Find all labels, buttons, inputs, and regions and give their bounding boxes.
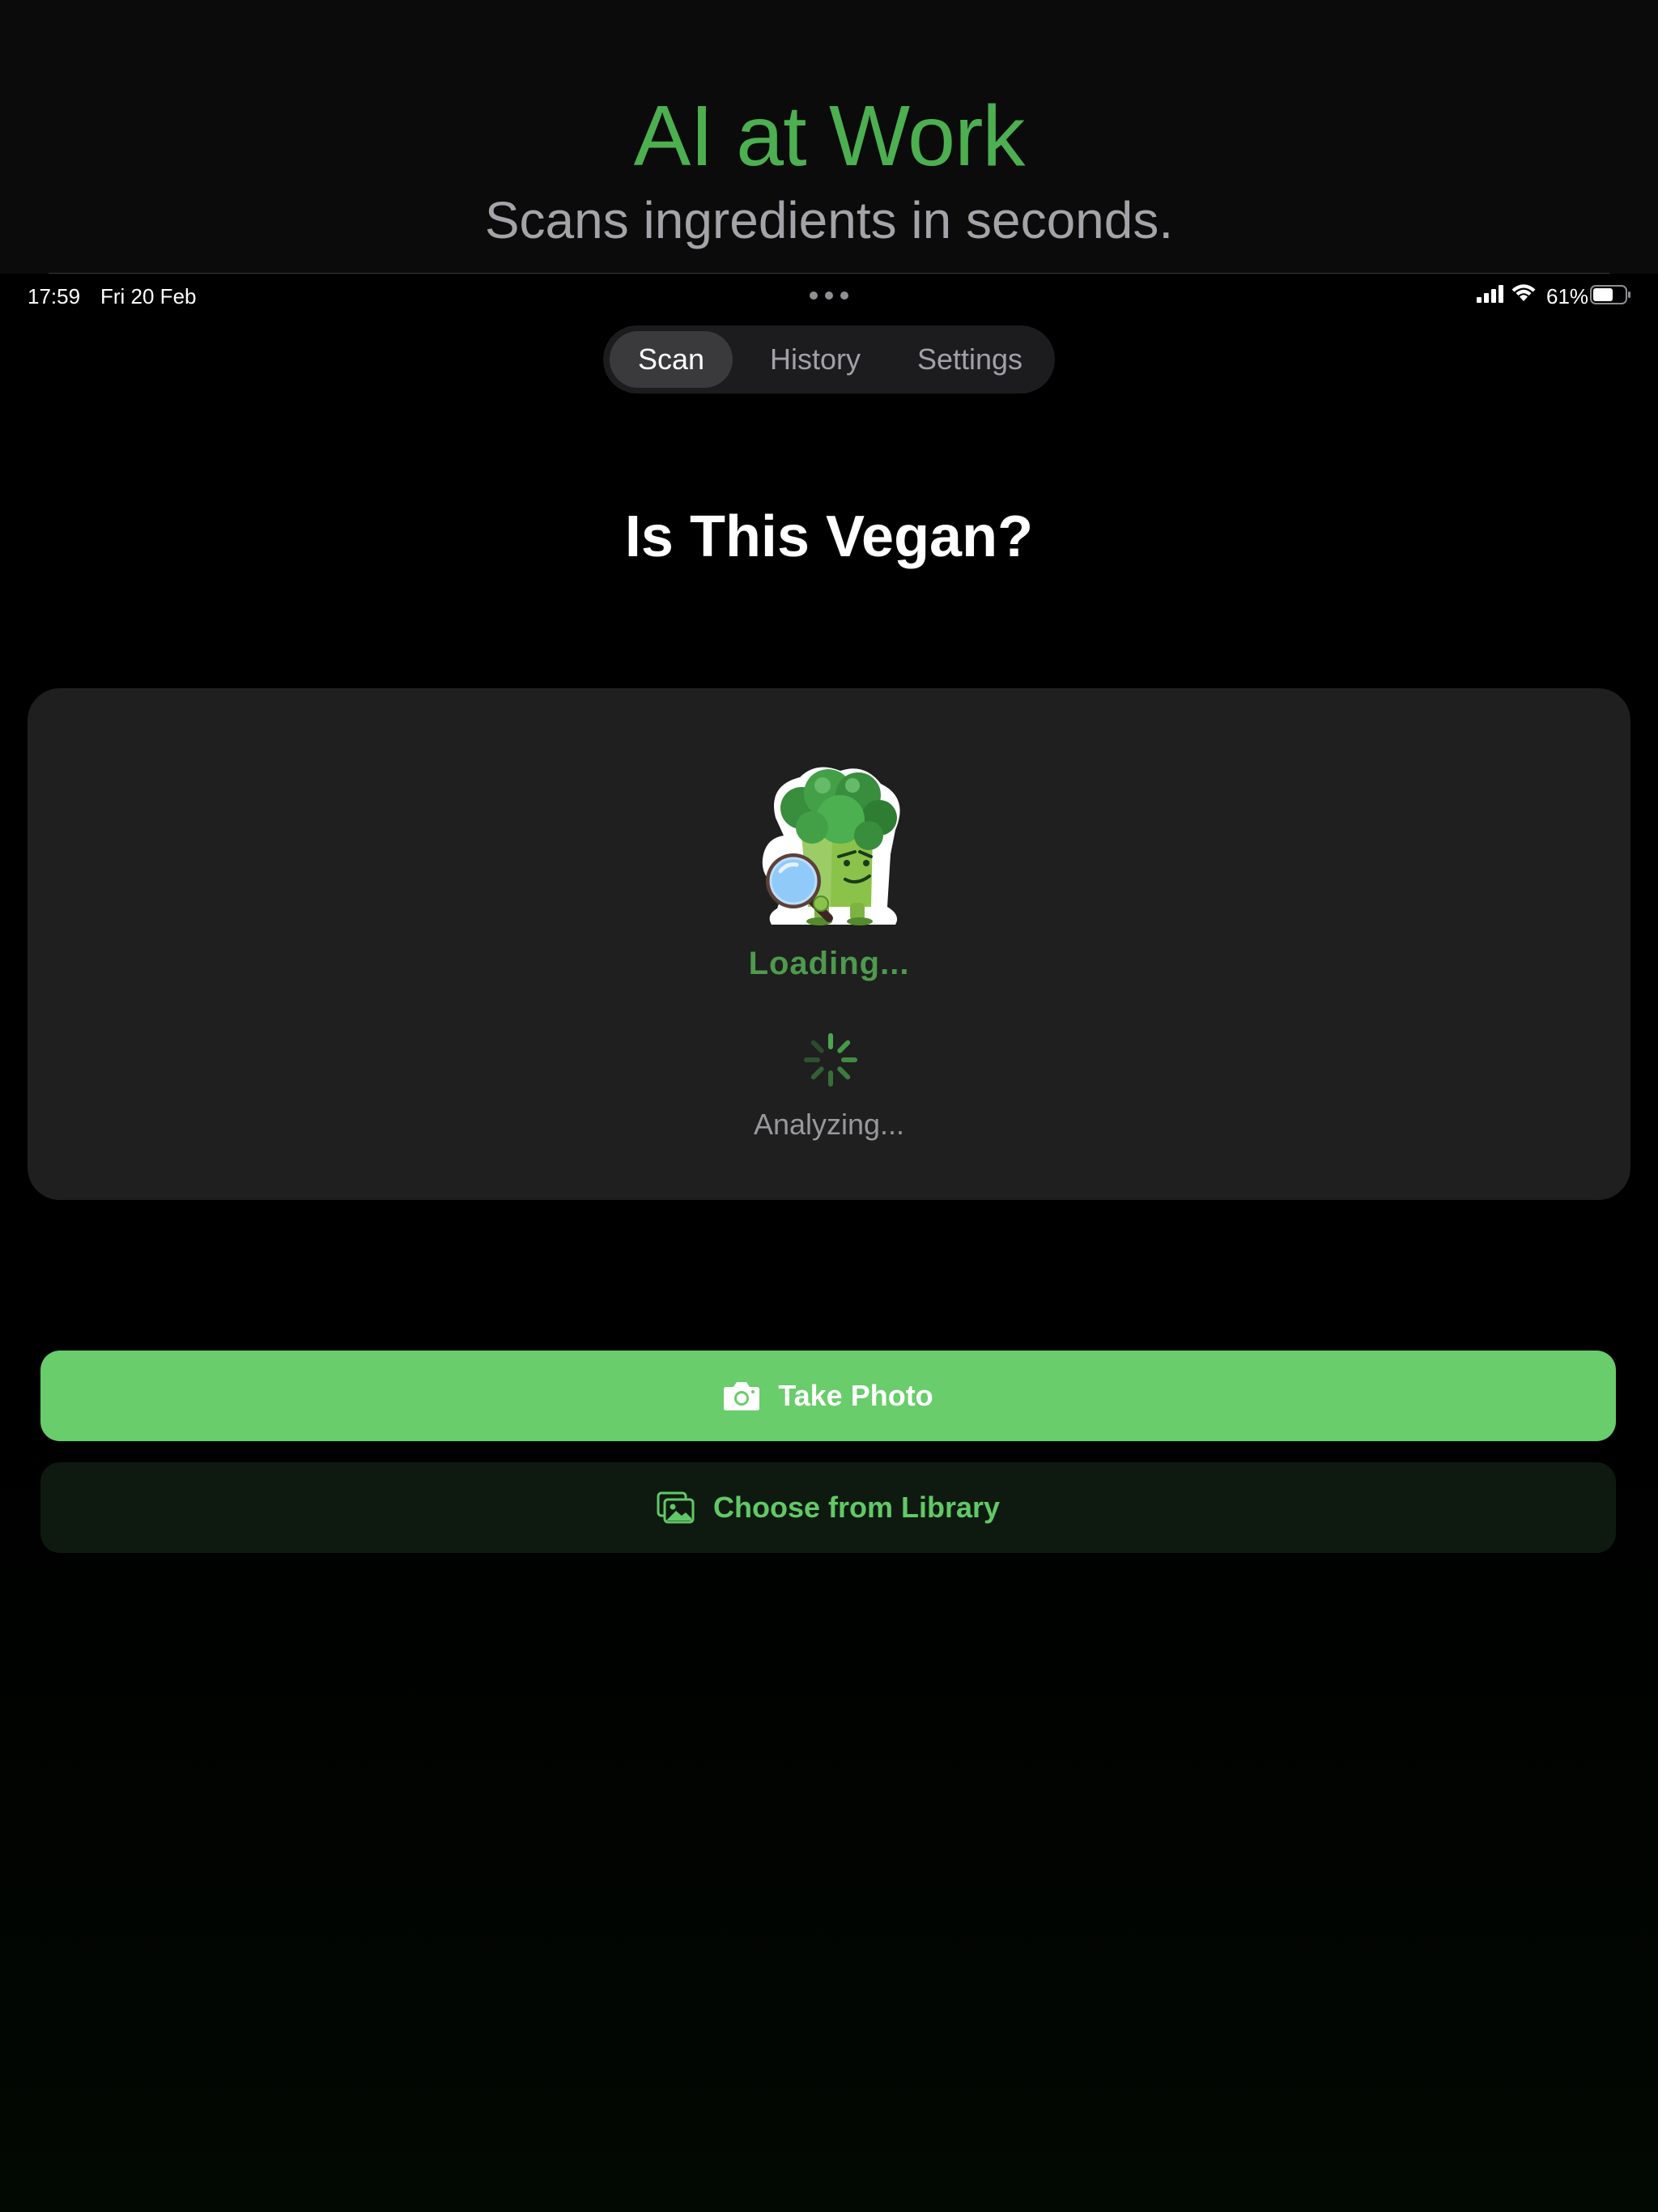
choose-library-label: Choose from Library: [712, 1491, 1001, 1524]
promo-subtitle: Scans ingredients in seconds.: [484, 191, 1174, 249]
promo-title: AI at Work: [633, 88, 1026, 184]
tab-settings[interactable]: Settings: [896, 331, 1044, 388]
battery-icon: [1590, 285, 1630, 304]
status-date: Fri 20 Feb: [100, 284, 197, 308]
tab-history[interactable]: History: [746, 331, 885, 388]
app-screen: 17:59 Fri 20 Feb 61% Scan History Settin…: [0, 274, 1658, 2212]
take-photo-label: Take Photo: [778, 1379, 933, 1412]
take-photo-button[interactable]: Take Photo: [40, 1351, 1616, 1441]
broccoli-mascot-icon: [762, 767, 900, 925]
scan-card: Loading... Analyzing...: [28, 688, 1630, 1200]
status-time: 17:59: [28, 284, 81, 308]
page-title: Is This Vegan?: [624, 504, 1034, 569]
wifi-icon: [1511, 284, 1536, 301]
cellular-signal-icon: [1477, 285, 1503, 303]
activity-spinner-icon: [804, 1033, 857, 1087]
promo-header: AI at Work Scans ingredients in seconds.: [0, 0, 1658, 274]
photo-library-icon: [657, 1491, 695, 1524]
tab-scan[interactable]: Scan: [610, 331, 733, 388]
status-bar: 17:59 Fri 20 Feb 61%: [0, 274, 1658, 314]
battery-percent: 61%: [1546, 284, 1589, 308]
camera-icon: [724, 1382, 760, 1410]
tab-bar: Scan History Settings: [603, 325, 1055, 393]
choose-from-library-button[interactable]: Choose from Library: [40, 1462, 1616, 1553]
multitasking-dots-icon[interactable]: [810, 291, 848, 300]
loading-label: Loading...: [748, 946, 910, 981]
analyzing-status: Analyzing...: [753, 1108, 905, 1141]
